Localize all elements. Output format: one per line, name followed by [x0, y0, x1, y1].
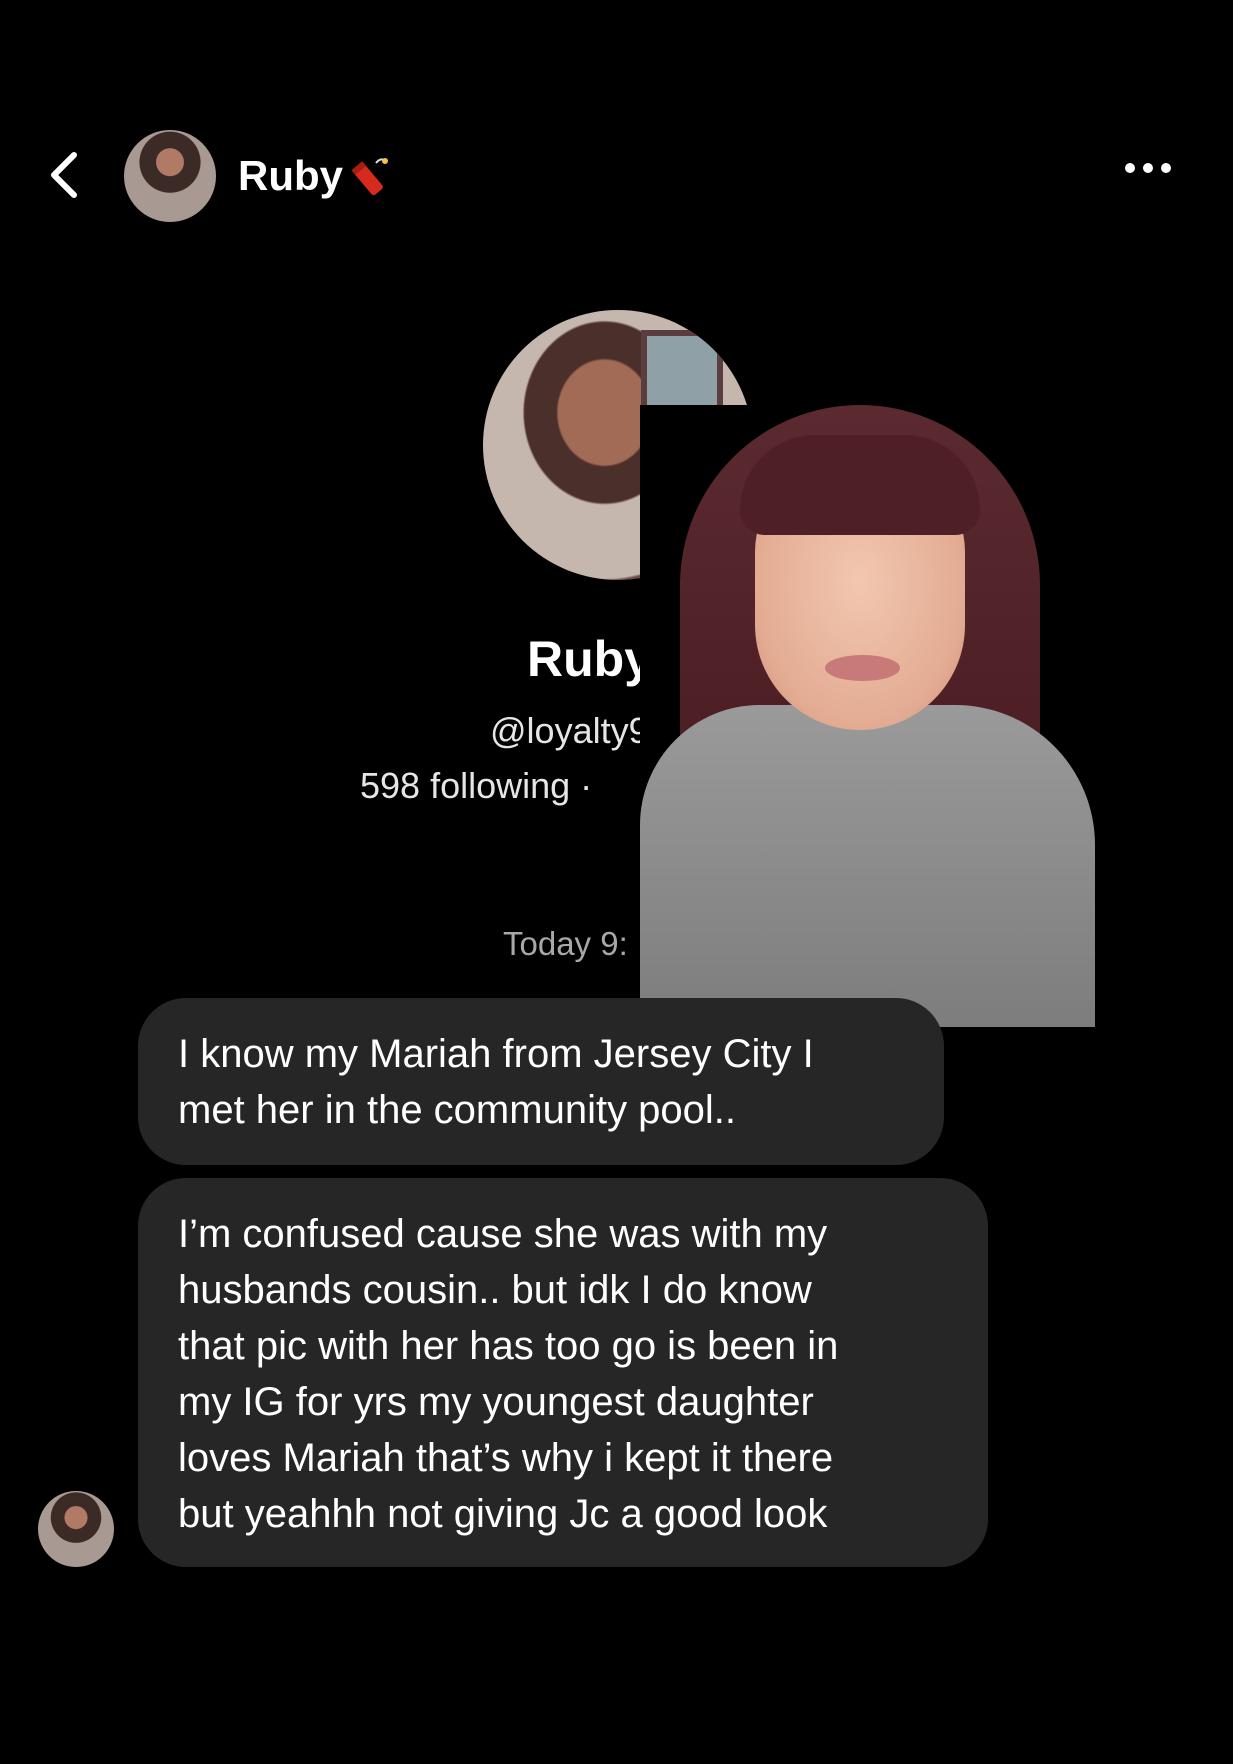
- chevron-left-icon: [51, 152, 77, 198]
- overlay-video-person: [640, 405, 1095, 1027]
- profile-name-label: Ruby: [527, 631, 652, 687]
- contact-name[interactable]: Ruby: [238, 152, 391, 200]
- message-bubble[interactable]: I know my Mariah from Jersey City I met …: [138, 998, 944, 1165]
- message-bubble[interactable]: I’m confused cause she was with my husba…: [138, 1178, 988, 1567]
- more-horizontal-icon: [1125, 163, 1135, 173]
- message-text: I know my Mariah from Jersey City I met …: [178, 1032, 814, 1132]
- back-button[interactable]: [40, 145, 90, 205]
- more-dot: [1161, 163, 1171, 173]
- sender-avatar[interactable]: [38, 1491, 114, 1567]
- overlay-bangs: [740, 435, 980, 535]
- chat-header: Ruby: [0, 0, 1233, 260]
- more-options-button[interactable]: [1125, 160, 1185, 190]
- overlay-lips: [825, 655, 900, 681]
- contact-name-label: Ruby: [238, 152, 343, 199]
- avatar[interactable]: [124, 130, 216, 222]
- message-text: I’m confused cause she was with my husba…: [178, 1212, 839, 1536]
- dynamite-icon: [351, 158, 388, 196]
- more-dot: [1143, 163, 1153, 173]
- message-timestamp: Today 9:: [503, 925, 628, 962]
- profile-stats: 598 following ·: [360, 765, 593, 806]
- overlay-shirt: [640, 705, 1095, 1027]
